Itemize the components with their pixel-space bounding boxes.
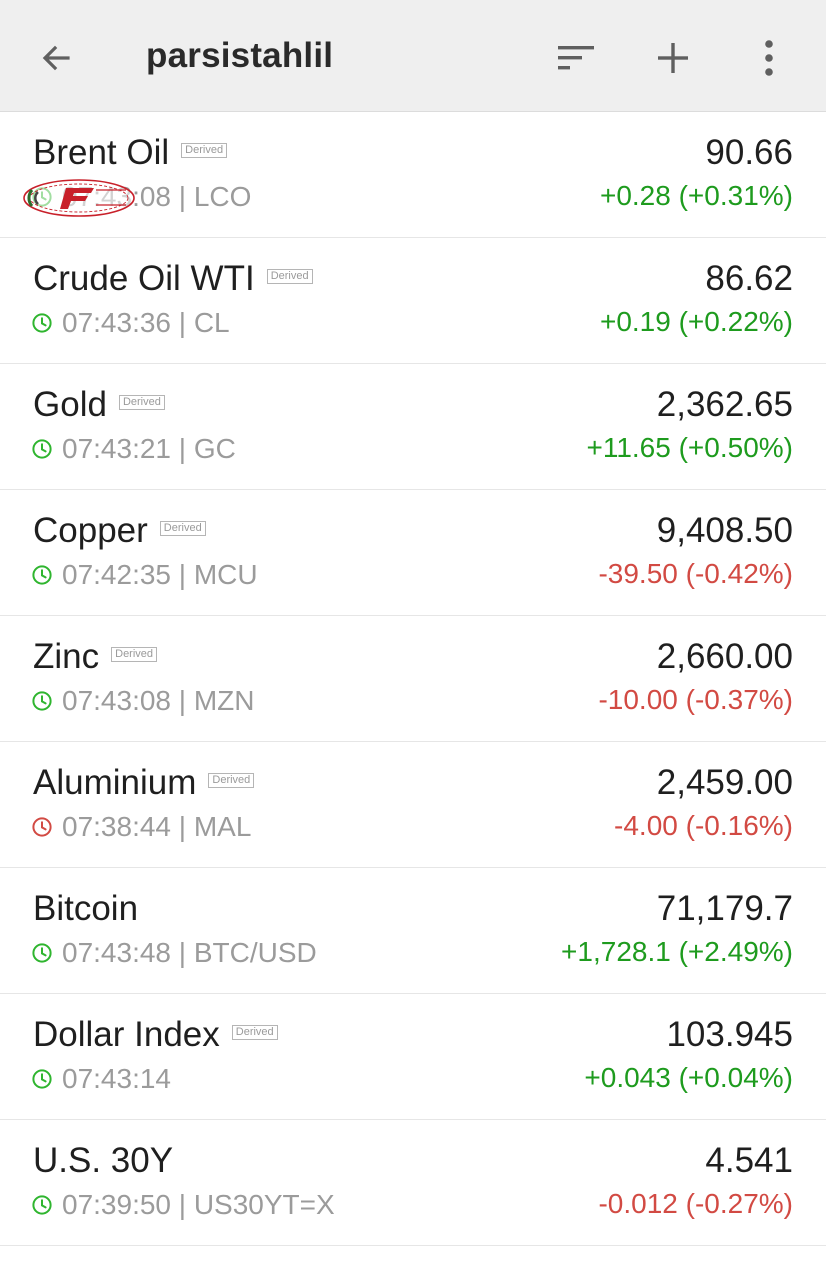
meta-line: 07:43:48 | BTC/USD (31, 936, 317, 970)
quote-row-dollar-index[interactable]: Dollar Index Derived 07:43:14 103.945 +0… (0, 994, 826, 1120)
derived-badge: Derived (208, 772, 255, 788)
clock-icon (32, 565, 52, 585)
clock-icon (32, 187, 52, 207)
instrument-name: Gold (33, 385, 107, 424)
instrument-name: Dollar Index (33, 1015, 220, 1054)
derived-badge: Derived (231, 1024, 278, 1040)
name-line: Brent Oil Derived (33, 132, 228, 174)
name-line: Crude Oil WTI Derived (33, 258, 313, 300)
plus-icon (658, 43, 688, 73)
time-symbol-text: 07:43:08 | LCO (62, 181, 252, 212)
instrument-name: Bitcoin (33, 889, 139, 928)
last-price: 90.66 (705, 133, 793, 172)
price-change: -0.012 (-0.27%) (598, 1188, 793, 1219)
last-price: 86.62 (705, 259, 793, 298)
meta-line: 07:42:35 | MCU (31, 558, 258, 592)
clock-icon (32, 439, 52, 459)
time-symbol-text: 07:38:44 | MAL (62, 811, 252, 842)
instrument-name: Aluminium (33, 763, 197, 802)
derived-badge: Derived (111, 646, 158, 662)
last-price: 71,179.7 (656, 889, 793, 928)
derived-badge: Derived (181, 142, 228, 158)
more-vert-icon (765, 40, 773, 76)
instrument-name: Copper (33, 511, 148, 550)
last-price: 103.945 (666, 1015, 793, 1054)
price-change: -39.50 (-0.42%) (598, 558, 793, 589)
clock-icon (32, 1069, 52, 1089)
clock-icon (32, 817, 52, 837)
price-change: +1,728.1 (+2.49%) (561, 936, 793, 967)
quote-row-zinc[interactable]: Zinc Derived 07:43:08 | MZN 2,660.00 -10… (0, 616, 826, 742)
last-price: 9,408.50 (656, 511, 793, 550)
meta-line: 07:39:50 | US30YT=X (31, 1188, 335, 1222)
quote-row-u-s-30y[interactable]: U.S. 30Y 07:39:50 | US30YT=X 4.541 -0.01… (0, 1120, 826, 1246)
instrument-name: Brent Oil (33, 133, 170, 172)
back-arrow-icon (42, 45, 70, 71)
name-line: Aluminium Derived (33, 762, 255, 804)
time-symbol-text: 07:43:48 | BTC/USD (62, 937, 317, 968)
page-title: parsistahlil (146, 36, 334, 75)
meta-line: 07:43:36 | CL (31, 306, 230, 340)
instrument-name: Zinc (33, 637, 100, 676)
time-symbol-text: 07:42:35 | MCU (62, 559, 258, 590)
time-symbol-text: 07:43:14 (62, 1063, 171, 1094)
sort-button[interactable] (550, 32, 602, 84)
last-price: 2,660.00 (656, 637, 793, 676)
price-change: +0.19 (+0.22%) (599, 306, 793, 337)
clock-icon (32, 1195, 52, 1215)
price-change: -4.00 (-0.16%) (614, 810, 793, 841)
name-line: Zinc Derived (33, 636, 158, 678)
more-options-button[interactable] (743, 32, 795, 84)
name-line: U.S. 30Y (33, 1140, 173, 1182)
derived-badge: Derived (266, 268, 313, 284)
quote-row-brent-oil[interactable]: Brent Oil Derived 07:43:08 | LCO 90.66 +… (0, 112, 826, 238)
app-bar: parsistahlil (0, 0, 826, 112)
time-symbol-text: 07:43:36 | CL (62, 307, 230, 338)
price-change: -10.00 (-0.37%) (598, 684, 793, 715)
quote-row-aluminium[interactable]: Aluminium Derived 07:38:44 | MAL 2,459.0… (0, 742, 826, 868)
meta-line: 07:43:08 | MZN (31, 684, 254, 718)
quote-row-bitcoin[interactable]: Bitcoin 07:43:48 | BTC/USD 71,179.7 +1,7… (0, 868, 826, 994)
name-line: Copper Derived (33, 510, 206, 552)
meta-line: 07:43:08 | LCO (31, 180, 251, 214)
quote-row-crude-oil-wti[interactable]: Crude Oil WTI Derived 07:43:36 | CL 86.6… (0, 238, 826, 364)
name-line: Gold Derived (33, 384, 165, 426)
time-symbol-text: 07:39:50 | US30YT=X (62, 1189, 335, 1220)
price-change: +0.043 (+0.04%) (584, 1062, 793, 1093)
sort-icon (558, 46, 594, 70)
time-symbol-text: 07:43:08 | MZN (62, 685, 255, 716)
clock-icon (32, 313, 52, 333)
meta-line: 07:38:44 | MAL (31, 810, 251, 844)
last-price: 2,362.65 (656, 385, 793, 424)
derived-badge: Derived (159, 520, 206, 536)
price-change: +11.65 (+0.50%) (586, 432, 793, 463)
instrument-name: U.S. 30Y (33, 1141, 174, 1180)
name-line: Dollar Index Derived (33, 1014, 278, 1056)
quote-row-gold[interactable]: Gold Derived 07:43:21 | GC 2,362.65 +11.… (0, 364, 826, 490)
last-price: 2,459.00 (656, 763, 793, 802)
last-price: 4.541 (705, 1141, 793, 1180)
time-symbol-text: 07:43:21 | GC (62, 433, 236, 464)
quote-row-copper[interactable]: Copper Derived 07:42:35 | MCU 9,408.50 -… (0, 490, 826, 616)
quotes-list: Brent Oil Derived 07:43:08 | LCO 90.66 +… (0, 112, 826, 1246)
name-line: Bitcoin (33, 888, 138, 930)
back-button[interactable] (30, 32, 82, 84)
instrument-name: Crude Oil WTI (33, 259, 255, 298)
clock-icon (32, 943, 52, 963)
clock-icon (32, 691, 52, 711)
derived-badge: Derived (118, 394, 165, 410)
meta-line: 07:43:14 (31, 1062, 171, 1096)
add-button[interactable] (647, 32, 699, 84)
price-change: +0.28 (+0.31%) (599, 180, 793, 211)
meta-line: 07:43:21 | GC (31, 432, 236, 466)
